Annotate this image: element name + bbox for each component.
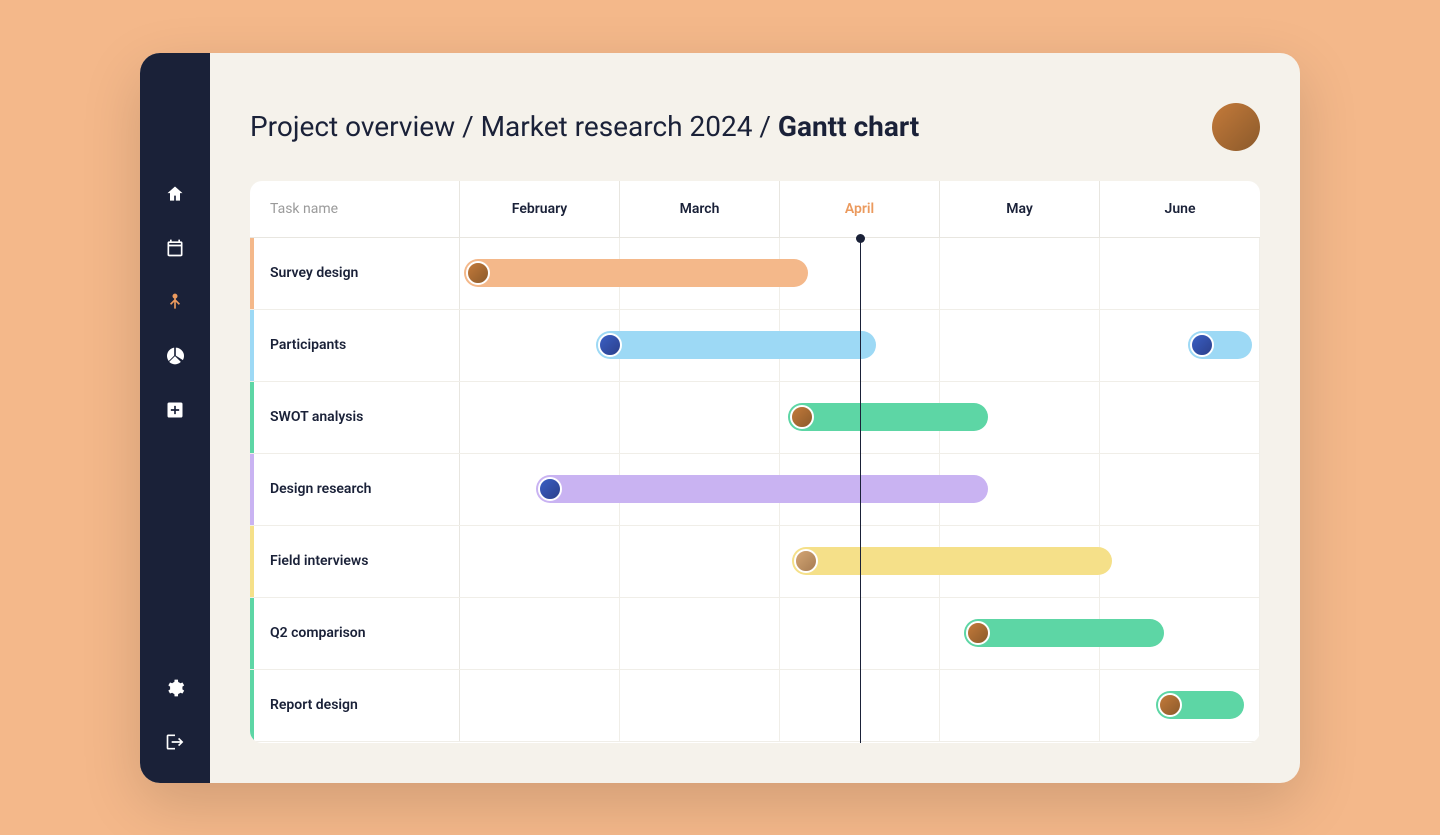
gantt-row: Report design [250,670,1260,742]
home-icon[interactable] [164,183,186,205]
main-content: Project overview / Market research 2024 … [210,53,1300,783]
assignee-avatar[interactable] [538,477,562,501]
assignee-avatar[interactable] [466,261,490,285]
task-bar[interactable] [788,403,988,431]
task-name-cell[interactable]: Q2 comparison [250,598,460,669]
task-name-cell[interactable]: Survey design [250,238,460,309]
breadcrumb-current: Gantt chart [778,110,919,143]
design-icon[interactable] [164,291,186,313]
gantt-body: Survey designParticipantsSWOT analysisDe… [250,238,1260,742]
gantt-chart: Task nameFebruaryMarchAprilMayJune Surve… [250,181,1260,743]
assignee-avatar[interactable] [794,549,818,573]
task-bar[interactable] [792,547,1112,575]
task-name-cell[interactable]: Field interviews [250,526,460,597]
chart-pie-icon[interactable] [164,345,186,367]
task-name-cell[interactable]: Design research [250,454,460,525]
current-date-marker [860,239,861,743]
gantt-row: Design research [250,454,1260,526]
gantt-header: Task nameFebruaryMarchAprilMayJune [250,181,1260,238]
plus-square-icon[interactable] [164,399,186,421]
breadcrumb-part-1[interactable]: Project overview [250,110,455,143]
task-bar[interactable] [596,331,876,359]
task-name-cell[interactable]: Report design [250,670,460,741]
app-window: Project overview / Market research 2024 … [140,53,1300,783]
breadcrumb: Project overview / Market research 2024 … [250,110,919,143]
assignee-avatar[interactable] [1158,693,1182,717]
assignee-avatar[interactable] [790,405,814,429]
calendar-icon[interactable] [164,237,186,259]
header: Project overview / Market research 2024 … [210,53,1300,181]
assignee-avatar[interactable] [1190,333,1214,357]
month-header[interactable]: May [940,181,1100,237]
task-name-header: Task name [250,181,460,237]
task-bar[interactable] [964,619,1164,647]
month-header[interactable]: April [780,181,940,237]
settings-icon[interactable] [164,677,186,699]
task-name-cell[interactable]: Participants [250,310,460,381]
gantt-row: Participants [250,310,1260,382]
task-bar[interactable] [464,259,808,287]
month-header[interactable]: June [1100,181,1260,237]
gantt-row: Field interviews [250,526,1260,598]
logout-icon[interactable] [164,731,186,753]
user-avatar[interactable] [1212,103,1260,151]
task-bar[interactable] [1156,691,1244,719]
sidebar [140,53,210,783]
task-bar[interactable] [1188,331,1252,359]
gantt-row: SWOT analysis [250,382,1260,454]
month-header[interactable]: February [460,181,620,237]
gantt-row: Survey design [250,238,1260,310]
task-bar[interactable] [536,475,988,503]
assignee-avatar[interactable] [966,621,990,645]
task-name-cell[interactable]: SWOT analysis [250,382,460,453]
assignee-avatar[interactable] [598,333,622,357]
gantt-row: Q2 comparison [250,598,1260,670]
breadcrumb-part-2[interactable]: Market research 2024 [481,110,753,143]
month-header[interactable]: March [620,181,780,237]
